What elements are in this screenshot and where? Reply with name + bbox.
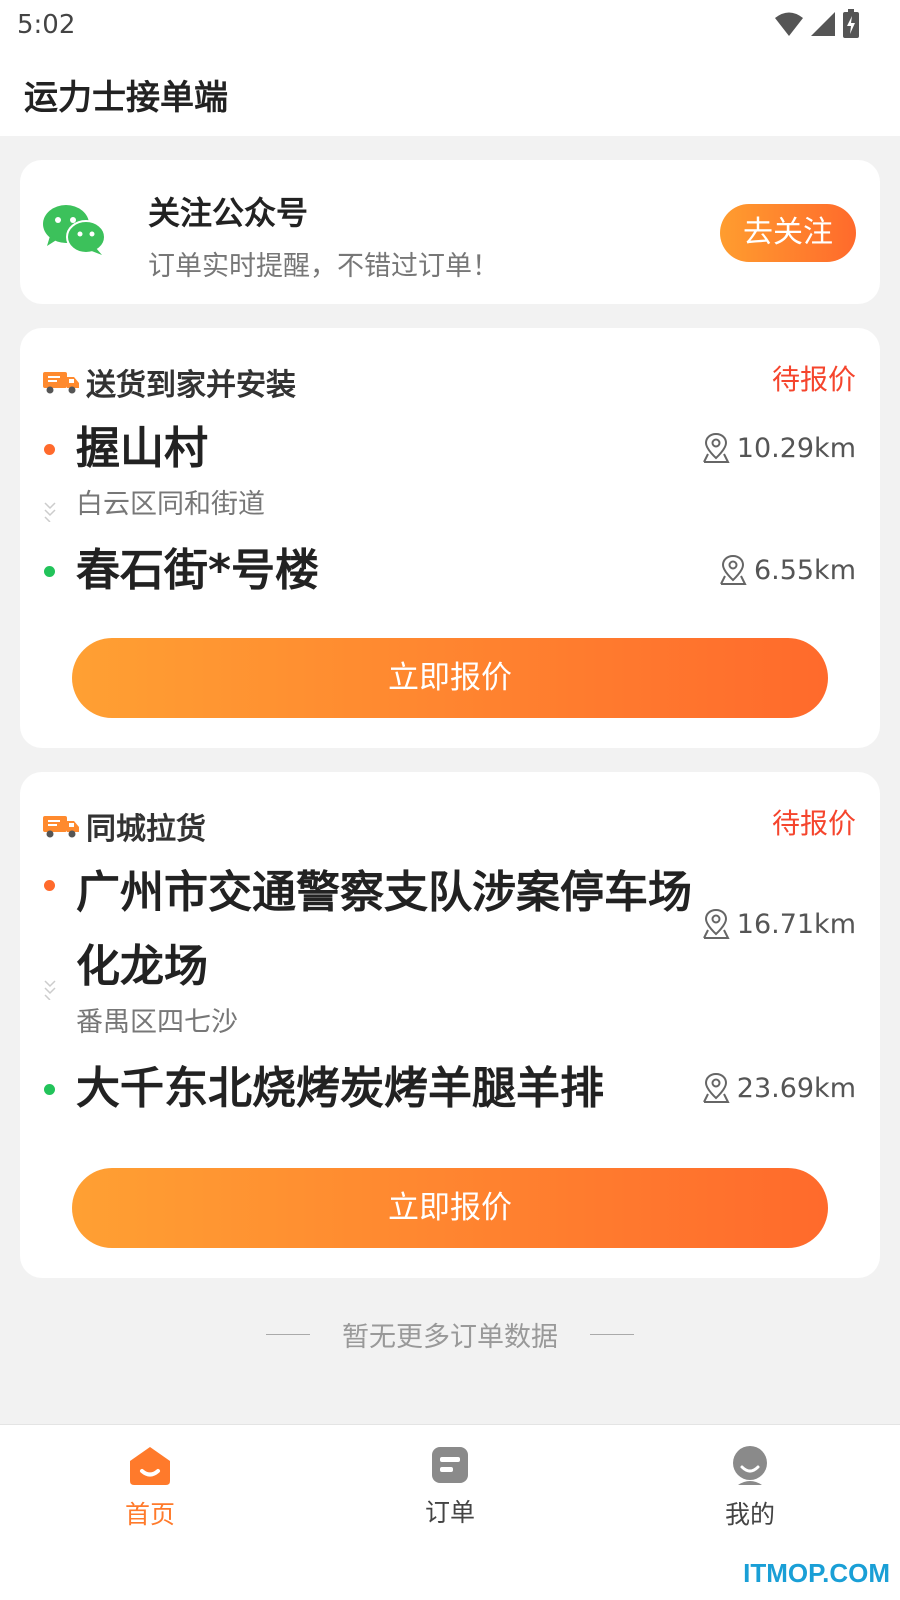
chevron-down-icon [44, 980, 56, 1000]
user-icon [733, 1446, 767, 1485]
order-type: 送货到家并安装 [86, 368, 296, 403]
home-icon [130, 1447, 170, 1485]
distance-text: 23.69km [736, 1072, 856, 1104]
divider-line [266, 1334, 310, 1335]
tab-mine[interactable]: 我的 [670, 1445, 830, 1531]
order-list-icon [432, 1447, 468, 1483]
quote-now-button[interactable]: 立即报价 [72, 1168, 828, 1248]
order-card[interactable]: 同城拉货 待报价 广州市交通警察支队涉案停车场 化龙场 番禺区四七沙 16.71… [20, 772, 880, 1278]
pickup-dot [44, 880, 55, 891]
pickup-name-line1: 广州市交通警察支队涉案停车场 [76, 867, 692, 918]
pickup-district: 白云区同和街道 [76, 489, 265, 520]
order-type: 同城拉货 [86, 812, 206, 847]
location-pin-icon [702, 432, 730, 463]
signal-icon [811, 12, 835, 36]
follow-subtitle: 订单实时提醒，不错过订单！ [148, 251, 499, 282]
tab-home[interactable]: 首页 [70, 1445, 230, 1531]
dropoff-distance: 6.55km [718, 554, 856, 586]
location-pin-icon [702, 908, 730, 939]
distance-text: 10.29km [736, 432, 856, 464]
no-more-text: 暂无更多订单数据 [342, 1322, 558, 1353]
tab-label: 首页 [124, 1500, 175, 1529]
dropoff-dot [44, 1084, 55, 1095]
top-header: 5:02 运力士接单端 [0, 0, 900, 136]
truck-icon [43, 816, 79, 838]
pickup-distance: 16.71km [701, 908, 856, 940]
chevron-down-icon [44, 502, 56, 522]
status-time: 5:02 [17, 10, 76, 40]
dropoff-distance: 23.69km [701, 1072, 856, 1104]
pickup-distance: 10.29km [701, 432, 856, 464]
order-header: 同城拉货 [42, 804, 206, 848]
order-status: 待报价 [771, 807, 856, 840]
pickup-name: 握山村 [76, 423, 208, 474]
pickup-name-line2: 化龙场 [76, 941, 208, 992]
watermark: ITMOP.COM [743, 1558, 890, 1588]
location-pin-icon [720, 554, 747, 585]
dropoff-name: 大千东北烧烤炭烤羊腿羊排 [76, 1063, 604, 1114]
distance-text: 6.55km [753, 554, 856, 586]
battery-icon [843, 9, 859, 38]
tab-label: 订单 [424, 1498, 475, 1527]
pickup-dot [44, 444, 55, 455]
tab-orders[interactable]: 订单 [370, 1445, 530, 1529]
tab-label: 我的 [724, 1500, 775, 1529]
distance-text: 16.71km [736, 908, 856, 940]
pickup-district: 番禺区四七沙 [76, 1007, 238, 1038]
order-header: 送货到家并安装 [42, 360, 296, 404]
no-more-data: 暂无更多订单数据 [0, 1315, 900, 1354]
dropoff-dot [44, 566, 55, 577]
follow-official-account-card[interactable]: 关注公众号 订单实时提醒，不错过订单！ 去关注 [20, 160, 880, 304]
location-pin-icon [702, 1072, 730, 1103]
order-status: 待报价 [771, 363, 856, 396]
follow-button[interactable]: 去关注 [720, 204, 856, 262]
quote-now-button[interactable]: 立即报价 [72, 638, 828, 718]
app-title: 运力士接单端 [24, 78, 228, 118]
status-icons [774, 8, 860, 40]
order-card[interactable]: 送货到家并安装 待报价 握山村 白云区同和街道 10.29km 春石街*号楼 6… [20, 328, 880, 748]
wechat-icon [43, 205, 106, 255]
divider-line [590, 1334, 634, 1335]
dropoff-name: 春石街*号楼 [76, 545, 320, 596]
wifi-icon [775, 12, 803, 36]
follow-title: 关注公众号 [148, 194, 309, 232]
truck-icon [43, 372, 79, 394]
